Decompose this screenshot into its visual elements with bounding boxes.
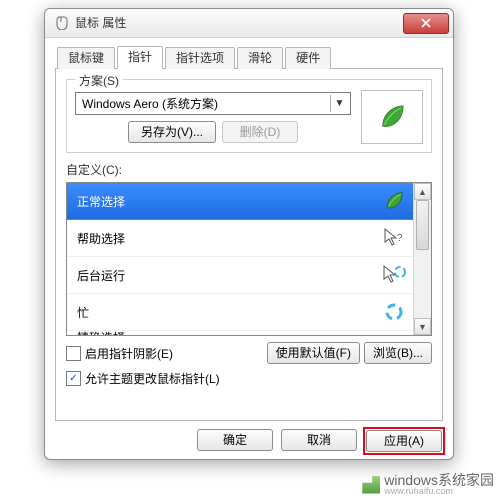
tab-pointers[interactable]: 指针 xyxy=(117,46,163,69)
titlebar[interactable]: 鼠标 属性 xyxy=(45,9,453,38)
chevron-down-icon: ▼ xyxy=(330,95,348,112)
tab-wheel[interactable]: 滑轮 xyxy=(237,47,283,69)
apply-button[interactable]: 应用(A) xyxy=(366,430,442,452)
list-item[interactable]: 忙 xyxy=(67,294,414,331)
list-item[interactable]: 后台运行 xyxy=(67,257,414,294)
svg-text:?: ? xyxy=(397,233,403,244)
list-item[interactable]: 帮助选择 ? xyxy=(67,220,414,257)
scheme-group: 方案(S) Windows Aero (系统方案) ▼ 另存为(V)... 删除… xyxy=(66,79,432,153)
watermark-logo-icon xyxy=(362,476,380,494)
watermark-url: www.ruhaifu.com xyxy=(384,487,494,496)
watermark: windows系统家园 www.ruhaifu.com xyxy=(362,473,494,496)
leaf-icon xyxy=(377,102,407,132)
theme-change-checkbox[interactable] xyxy=(66,371,81,386)
save-as-button[interactable]: 另存为(V)... xyxy=(128,121,216,143)
busy-ring-cursor-icon xyxy=(380,301,408,323)
arrow-help-cursor-icon: ? xyxy=(380,227,408,249)
list-item[interactable]: 精确选择 xyxy=(67,331,414,335)
arrow-busy-cursor-icon xyxy=(380,264,408,286)
customize-listbox[interactable]: 正常选择 帮助选择 ? 后台运行 xyxy=(66,182,432,336)
list-item[interactable]: 正常选择 xyxy=(67,183,414,220)
cancel-button[interactable]: 取消 xyxy=(281,429,357,451)
tab-buttons[interactable]: 鼠标键 xyxy=(57,47,115,69)
mouse-icon xyxy=(53,15,69,31)
scroll-track[interactable] xyxy=(414,200,431,318)
ok-button[interactable]: 确定 xyxy=(197,429,273,451)
browse-button[interactable]: 浏览(B)... xyxy=(364,342,432,364)
customize-label: 自定义(C): xyxy=(66,161,432,178)
window-title: 鼠标 属性 xyxy=(75,9,403,37)
use-default-button[interactable]: 使用默认值(F) xyxy=(267,342,360,364)
shadow-label: 启用指针阴影(E) xyxy=(85,345,173,362)
delete-button: 删除(D) xyxy=(222,121,298,143)
tabstrip: 鼠标键 指针 指针选项 滑轮 硬件 xyxy=(55,46,443,69)
scroll-down-button[interactable]: ▼ xyxy=(414,318,431,335)
mouse-properties-dialog: 鼠标 属性 鼠标键 指针 指针选项 滑轮 硬件 方案(S) Windows Ae… xyxy=(44,8,454,460)
tab-pointer-options[interactable]: 指针选项 xyxy=(165,47,235,69)
dialog-buttons: 确定 取消 应用(A) xyxy=(45,429,453,460)
scroll-up-button[interactable]: ▲ xyxy=(414,183,431,200)
scheme-combobox[interactable]: Windows Aero (系统方案) ▼ xyxy=(75,92,351,115)
close-button[interactable] xyxy=(403,13,449,34)
cursor-preview xyxy=(361,90,423,144)
scroll-thumb[interactable] xyxy=(416,200,429,250)
scrollbar[interactable]: ▲ ▼ xyxy=(413,183,431,335)
tab-panel-pointers: 方案(S) Windows Aero (系统方案) ▼ 另存为(V)... 删除… xyxy=(55,69,443,421)
scheme-selected: Windows Aero (系统方案) xyxy=(82,95,330,112)
apply-highlight: 应用(A) xyxy=(363,427,445,455)
watermark-text: windows系统家园 xyxy=(384,473,494,487)
tab-hardware[interactable]: 硬件 xyxy=(285,47,331,69)
shadow-checkbox[interactable] xyxy=(66,346,81,361)
leaf-cursor-icon xyxy=(380,190,408,212)
theme-change-label: 允许主题更改鼠标指针(L) xyxy=(85,370,220,387)
scheme-group-label: 方案(S) xyxy=(75,72,123,89)
